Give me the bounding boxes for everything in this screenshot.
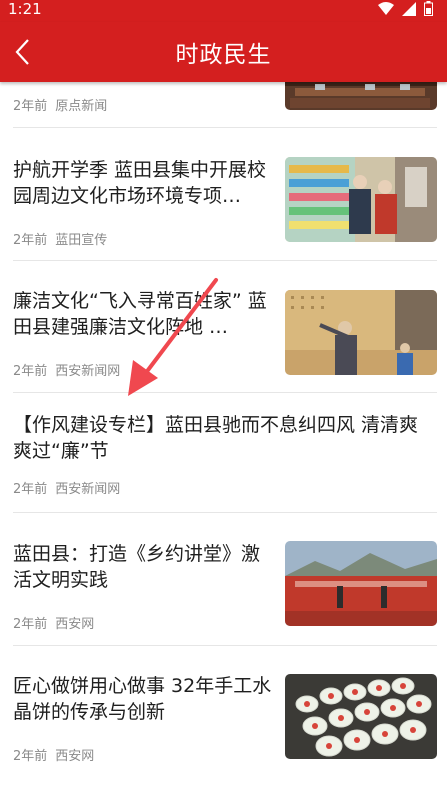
article-age: 2年前 — [13, 617, 48, 632]
list-divider — [13, 512, 437, 513]
article-meta: 2年前 蓝田宣传 — [13, 229, 107, 248]
article-source: 西安新闻网 — [55, 364, 121, 379]
list-item[interactable]: 蓝田县：打造《乡约讲堂》激活文明实践 2年前 西安网 — [13, 541, 437, 641]
article-meta: 2年前 西安新闻网 — [13, 478, 120, 497]
article-age: 2年前 — [13, 364, 48, 379]
status-icons — [378, 1, 433, 16]
article-thumbnail — [285, 290, 437, 375]
article-thumbnail — [285, 674, 437, 759]
list-item[interactable]: 护航开学季 蓝田县集中开展校园周边文化市场环境专项… 2年前 蓝田宣传 — [13, 157, 437, 257]
article-meta: 2年前 西安网 — [13, 613, 94, 632]
wifi-icon — [378, 1, 394, 15]
article-title: 护航开学季 蓝田县集中开展校园周边文化市场环境专项… — [13, 159, 267, 207]
article-title: 【作风建设专栏】蓝田县驰而不息纠四风 清清爽爽过“廉”节 — [13, 414, 419, 462]
list-divider — [13, 392, 437, 393]
list-divider — [13, 260, 437, 261]
app-bar: 时政民生 — [0, 22, 447, 82]
article-title: 匠心做饼用心做事 32年手工水晶饼的传承与创新 — [13, 675, 272, 723]
article-title: 廉洁文化“飞入寻常百姓家” 蓝田县建强廉洁文化阵地 … — [13, 290, 267, 338]
article-age: 2年前 — [13, 749, 48, 764]
list-divider — [13, 645, 437, 646]
list-divider — [13, 127, 437, 128]
article-thumbnail — [285, 157, 437, 242]
article-source: 西安新闻网 — [55, 482, 121, 497]
list-item[interactable]: 廉洁文化“飞入寻常百姓家” 蓝田县建强廉洁文化阵地 … 2年前 西安新闻网 — [13, 288, 437, 388]
article-title: 蓝田县：打造《乡约讲堂》激活文明实践 — [13, 543, 261, 591]
article-meta: 2年前 西安新闻网 — [13, 360, 120, 379]
article-age: 2年前 — [13, 233, 48, 248]
list-item[interactable]: 【作风建设专栏】蓝田县驰而不息纠四风 清清爽爽过“廉”节 2年前 西安新闻网 — [13, 412, 437, 502]
status-time: 1:21 — [8, 0, 42, 18]
battery-icon — [424, 1, 433, 16]
signal-icon — [402, 1, 416, 16]
status-bar: 1:21 — [0, 0, 447, 22]
list-item[interactable]: 2年前 原点新闻 — [13, 74, 437, 127]
article-age: 2年前 — [13, 99, 48, 114]
article-source: 原点新闻 — [55, 99, 108, 114]
page-title: 时政民生 — [175, 42, 272, 68]
article-source: 蓝田宣传 — [55, 233, 108, 248]
article-meta: 2年前 西安网 — [13, 745, 94, 764]
article-meta: 2年前 原点新闻 — [13, 95, 107, 114]
list-item[interactable]: 匠心做饼用心做事 32年手工水晶饼的传承与创新 2年前 西安网 — [13, 673, 437, 773]
article-thumbnail — [285, 541, 437, 626]
article-source: 西安网 — [55, 749, 95, 764]
article-source: 西安网 — [55, 617, 95, 632]
article-age: 2年前 — [13, 482, 48, 497]
